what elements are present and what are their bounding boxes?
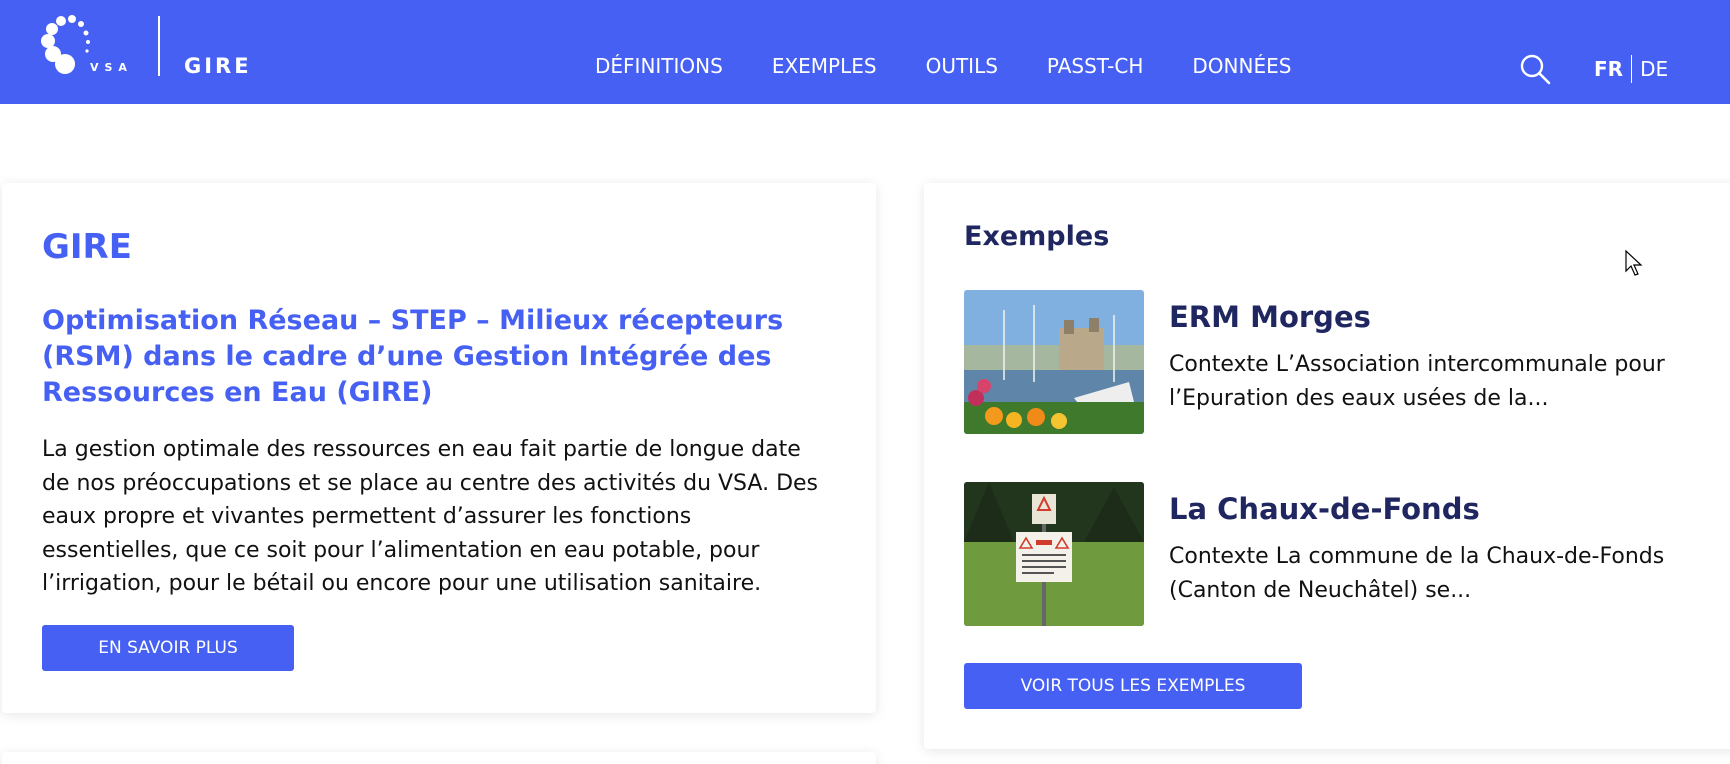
site-header: VSA GIRE DÉFINITIONS EXEMPLES OUTILS PAS…	[0, 0, 1730, 104]
example-title[interactable]: ERM Morges	[1169, 300, 1371, 334]
nav-item-definitions[interactable]: DÉFINITIONS	[595, 54, 723, 78]
logo-divider	[158, 16, 160, 76]
voir-tous-les-exemples-button[interactable]: VOIR TOUS LES EXEMPLES	[964, 663, 1302, 709]
harbor-image	[964, 290, 1144, 434]
intro-body: La gestion optimale des ressources en ea…	[42, 437, 819, 596]
lang-fr-link[interactable]: FR	[1594, 57, 1623, 81]
harbor-photo[interactable]	[964, 290, 1144, 434]
nav-item-outils[interactable]: OUTILS	[926, 54, 998, 78]
mouse-pointer-icon	[1625, 249, 1645, 278]
example-item-la-chaux-de-fonds[interactable]: La Chaux-de-Fonds Contexte La commune de…	[964, 482, 1704, 626]
logo-text: VSA	[90, 61, 133, 74]
examples-heading: Exemples	[964, 221, 1110, 252]
lang-de-link[interactable]: DE	[1640, 57, 1668, 81]
search-button[interactable]	[1518, 52, 1552, 86]
sign-photo[interactable]	[964, 482, 1144, 626]
language-switcher: FR DE	[1594, 55, 1668, 83]
sign-image	[964, 482, 1144, 626]
example-title[interactable]: La Chaux-de-Fonds	[1169, 492, 1480, 526]
nav-item-donnees[interactable]: DONNÉES	[1192, 54, 1291, 78]
search-icon	[1520, 54, 1551, 85]
intro-subtitle: Optimisation Réseau – STEP – Milieux réc…	[42, 305, 784, 408]
intro-heading: GIRE	[42, 227, 132, 267]
example-excerpt: Contexte La commune de la Chaux-de-Fonds…	[1169, 544, 1665, 603]
site-name[interactable]: GIRE	[184, 54, 252, 78]
examples-card: Exemples ERM Morges Contexte L’Associati…	[924, 183, 1730, 749]
main-nav: DÉFINITIONS EXEMPLES OUTILS PASST-CH DON…	[595, 54, 1291, 78]
nav-item-passt-ch[interactable]: PASST-CH	[1047, 54, 1143, 78]
example-item-erm-morges[interactable]: ERM Morges Contexte L’Association interc…	[964, 290, 1704, 434]
example-excerpt: Contexte L’Association intercommunale po…	[1169, 352, 1665, 411]
lang-divider	[1631, 55, 1633, 83]
intro-card: GIRE Optimisation Réseau – STEP – Milieu…	[2, 183, 876, 713]
en-savoir-plus-button[interactable]: EN SAVOIR PLUS	[42, 625, 294, 671]
nav-item-exemples[interactable]: EXEMPLES	[772, 54, 877, 78]
next-card-edge	[2, 752, 876, 764]
